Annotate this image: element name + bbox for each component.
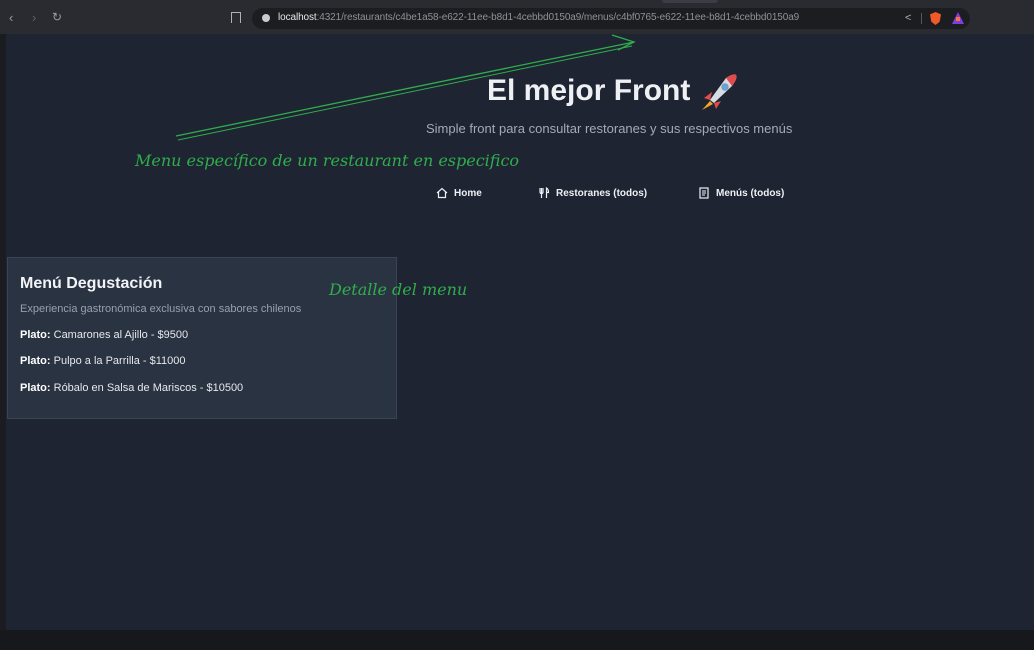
browser-toolbar: ‹ › ↻ localhost:4321/restaurants/c4be1a5…: [0, 0, 1034, 34]
brave-rewards-icon[interactable]: [952, 12, 964, 24]
back-icon[interactable]: ‹: [9, 11, 13, 25]
menu-name: Menú Degustación: [20, 275, 163, 292]
page-title: El mejor Front: [487, 74, 691, 107]
divider: [921, 13, 922, 24]
annotation-detalle-menu: Detalle del menu: [329, 280, 468, 299]
nav-restaurants[interactable]: Restoranes (todos): [538, 187, 647, 199]
dish-text: Camarones al Ajillo - $9500: [50, 329, 189, 341]
cutlery-icon: [539, 187, 550, 198]
url-host: localhost: [278, 12, 317, 23]
nav-menus-label: Menús (todos): [716, 187, 785, 199]
nav-home[interactable]: Home: [436, 187, 482, 199]
dish-item: Plato: Róbalo en Salsa de Mariscos - $10…: [20, 382, 243, 394]
forward-icon[interactable]: ›: [32, 11, 36, 25]
dish-item: Plato: Pulpo a la Parrilla - $11000: [20, 355, 186, 367]
dish-item: Plato: Camarones al Ajillo - $9500: [20, 329, 188, 341]
dish-label: Plato:: [20, 329, 51, 341]
bottom-bar: [0, 630, 1034, 650]
dish-label: Plato:: [20, 355, 51, 367]
url-text[interactable]: localhost:4321/restaurants/c4be1a58-e622…: [278, 12, 799, 23]
brave-shield-icon[interactable]: [930, 12, 941, 25]
nav-home-label: Home: [454, 187, 482, 199]
nav-menus[interactable]: Menús (todos): [698, 187, 784, 199]
dish-text: Róbalo en Salsa de Mariscos - $10500: [50, 382, 244, 394]
dish-label: Plato:: [20, 382, 51, 394]
annotation-menu-especifico: Menu específico de un restaurant en espe…: [135, 151, 520, 170]
tab-indicator: [662, 0, 718, 3]
nav-restaurants-label: Restoranes (todos): [556, 187, 648, 199]
page-viewport: El mejor Front Simple front para consult…: [6, 34, 1034, 630]
rocket-icon: [702, 74, 737, 110]
reload-icon[interactable]: ↻: [52, 10, 62, 24]
site-info-icon[interactable]: [262, 14, 270, 22]
home-icon: [436, 187, 448, 199]
menu-book-icon: [699, 187, 709, 199]
bookmark-icon[interactable]: [231, 12, 241, 26]
address-bar[interactable]: localhost:4321/restaurants/c4be1a58-e622…: [252, 8, 970, 29]
share-icon[interactable]: <: [905, 12, 911, 24]
page-subtitle: Simple front para consultar restoranes y…: [426, 121, 793, 136]
dish-text: Pulpo a la Parrilla - $11000: [50, 355, 186, 367]
menu-description: Experiencia gastronómica exclusiva con s…: [20, 303, 302, 315]
url-path: :4321/restaurants/c4be1a58-e622-11ee-b8d…: [316, 12, 800, 23]
